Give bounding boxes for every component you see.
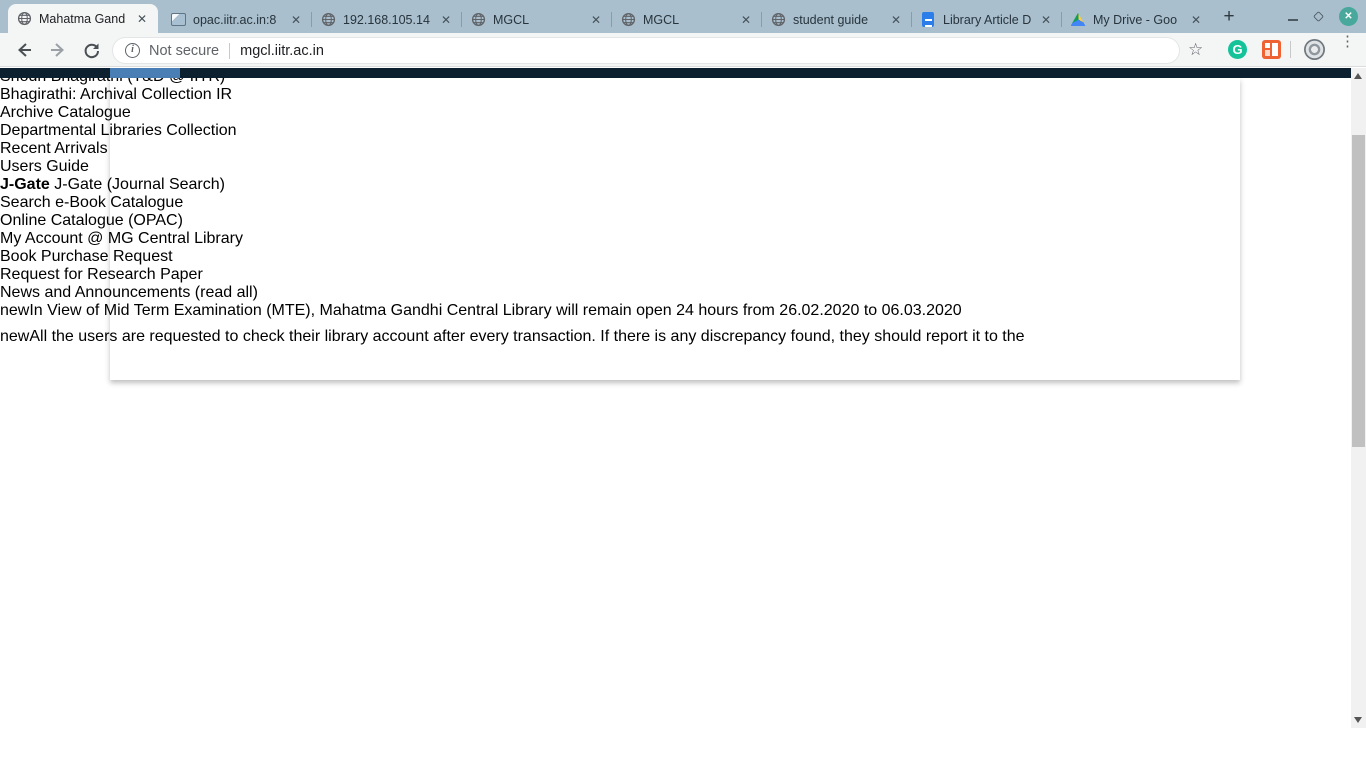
tab-library-article[interactable]: Library Article D ✕ [912, 6, 1062, 33]
back-button[interactable] [14, 40, 34, 60]
tab-opac[interactable]: opac.iitr.ac.in:8 ✕ [162, 6, 312, 33]
tab-close-icon[interactable]: ✕ [1188, 13, 1204, 27]
globe-icon [320, 12, 336, 28]
tab-student-guide[interactable]: student guide ✕ [762, 6, 912, 33]
jgate-icon: J-Gate [0, 176, 50, 193]
tab-mahatma-gandhi[interactable]: Mahatma Gand ✕ [8, 4, 158, 33]
globe-icon [770, 12, 786, 28]
image-icon [170, 12, 186, 28]
new-tab-button[interactable]: + [1216, 5, 1242, 29]
tab-close-icon[interactable]: ✕ [888, 13, 904, 27]
web-page: Shodh Bhagirathi (T&D @ IITR) Bhagirathi… [0, 68, 1351, 728]
security-label[interactable]: Not secure [149, 43, 219, 59]
new-badge: new [0, 302, 29, 319]
maximize-button[interactable] [1313, 11, 1324, 22]
minimize-button[interactable] [1288, 19, 1298, 21]
page-info-icon[interactable]: i [125, 43, 140, 58]
tab-mgcl-2[interactable]: MGCL ✕ [612, 6, 762, 33]
tab-title: Mahatma Gand [39, 12, 127, 26]
scroll-down-arrow[interactable] [1354, 717, 1362, 723]
profile-avatar[interactable] [1304, 39, 1325, 60]
google-drive-icon [1070, 12, 1086, 28]
chrome-menu-icon[interactable]: ⋮ [1340, 38, 1350, 45]
google-docs-icon [920, 12, 936, 28]
tab-close-icon[interactable]: ✕ [438, 13, 454, 27]
extension-icon[interactable] [1262, 40, 1281, 59]
scrollbar-thumb[interactable] [1352, 135, 1365, 447]
page-scrollbar[interactable] [1351, 68, 1366, 728]
url-text[interactable]: mgcl.iitr.ac.in [240, 43, 324, 59]
tab-close-icon[interactable]: ✕ [738, 13, 754, 27]
address-bar[interactable]: i Not secure mgcl.iitr.ac.in [112, 37, 1180, 64]
reload-button[interactable] [82, 40, 102, 60]
tab-close-icon[interactable]: ✕ [288, 13, 304, 27]
site-nav-bottom-bar [0, 68, 1351, 78]
grammarly-extension-icon[interactable]: G [1228, 40, 1247, 59]
globe-icon [620, 12, 636, 28]
browser-tab-strip: Mahatma Gand ✕ opac.iitr.ac.in:8 ✕ 192.1… [0, 0, 1366, 33]
toolbar-separator [1290, 41, 1291, 58]
browser-toolbar: i Not secure mgcl.iitr.ac.in ☆ G ⋮ [0, 33, 1366, 67]
tab-close-icon[interactable]: ✕ [134, 12, 150, 26]
tab-close-icon[interactable]: ✕ [1038, 13, 1054, 27]
omnibox-separator [229, 43, 230, 59]
tab-ip-address[interactable]: 192.168.105.14 ✕ [312, 6, 462, 33]
forward-button[interactable] [48, 40, 68, 60]
globe-icon [470, 12, 486, 28]
active-nav-indicator [110, 68, 180, 78]
tab-close-icon[interactable]: ✕ [588, 13, 604, 27]
globe-icon [16, 11, 32, 27]
library-photo [110, 78, 1240, 380]
bookmark-star-icon[interactable]: ☆ [1188, 40, 1203, 60]
scroll-up-arrow[interactable] [1354, 73, 1362, 79]
tab-mgcl-1[interactable]: MGCL ✕ [462, 6, 612, 33]
window-controls: ✕ [1288, 0, 1358, 33]
new-badge: new [0, 328, 29, 345]
tab-my-drive[interactable]: My Drive - Goo ✕ [1062, 6, 1212, 33]
close-button[interactable]: ✕ [1339, 7, 1358, 26]
